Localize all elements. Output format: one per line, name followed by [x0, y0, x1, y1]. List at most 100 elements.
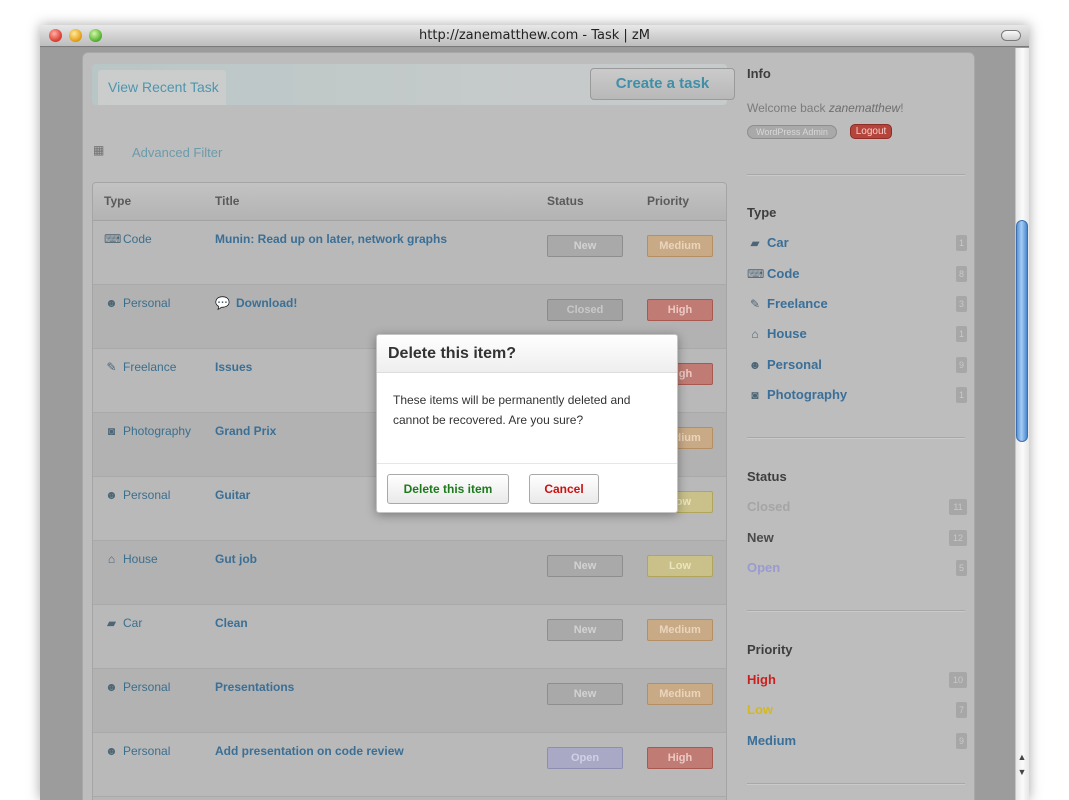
priority-badge[interactable]: Medium: [647, 683, 713, 705]
column-header-status[interactable]: Status: [547, 194, 584, 208]
tab-view-recent-task[interactable]: View Recent Task: [98, 70, 226, 105]
type-label: Freelance: [767, 296, 828, 311]
sidebar-priority-low[interactable]: Low 7: [747, 701, 967, 721]
sidebar-type-house[interactable]: ⌂ House 1: [747, 325, 967, 345]
divider: [747, 174, 965, 176]
count-badge: 1: [956, 387, 967, 403]
row-title-link[interactable]: 💬 Download!: [215, 296, 297, 310]
scroll-down-icon[interactable]: ▼: [1017, 767, 1027, 777]
count-badge: 10: [949, 672, 967, 688]
count-badge: 3: [956, 296, 967, 312]
column-header-title[interactable]: Title: [215, 194, 239, 208]
person-icon: ☻: [105, 680, 118, 694]
sidebar-priority-medium[interactable]: Medium 9: [747, 732, 967, 752]
sidebar-type-freelance[interactable]: ✎ Freelance 3: [747, 295, 967, 315]
row-type-link[interactable]: ⌂ House: [104, 552, 158, 566]
row-title-link[interactable]: Gut job: [215, 552, 257, 566]
welcome-suffix: !: [900, 101, 904, 115]
divider: [747, 610, 965, 612]
row-type-link[interactable]: ◙ Photography: [104, 424, 191, 438]
delete-item-button[interactable]: Delete this item: [387, 474, 509, 504]
advanced-filter-link[interactable]: Advanced Filter: [132, 145, 222, 160]
count-badge: 8: [956, 266, 967, 282]
status-label: Open: [747, 560, 781, 575]
sidebar-status-closed[interactable]: Closed 11: [747, 498, 967, 518]
sidebar-type-code[interactable]: ⌨ Code 8: [747, 265, 967, 285]
camera-icon: ◙: [107, 424, 116, 438]
row-type-link[interactable]: ☻ Personal: [104, 744, 170, 758]
priority-badge[interactable]: Medium: [647, 619, 713, 641]
sidebar-status-open[interactable]: Open 5: [747, 559, 967, 579]
person-icon: ☻: [748, 358, 762, 372]
status-badge[interactable]: New: [547, 619, 623, 641]
username: zanematthew: [828, 101, 901, 115]
scrollbar-thumb[interactable]: [1016, 220, 1028, 442]
car-icon: ▰: [106, 616, 117, 630]
row-type-link[interactable]: ☻ Personal: [104, 488, 170, 502]
person-icon: ☻: [105, 488, 118, 502]
scroll-up-icon[interactable]: ▲: [1017, 752, 1027, 762]
toolbar-toggle-button[interactable]: [1001, 30, 1021, 41]
sidebar-priority-high[interactable]: High 10: [747, 671, 967, 691]
priority-badge[interactable]: Medium: [647, 235, 713, 257]
row-title-link[interactable]: Presentations: [215, 680, 294, 694]
count-badge: 1: [956, 326, 967, 342]
row-title-link[interactable]: Munin: Read up on later, network graphs: [215, 232, 447, 246]
row-title-link[interactable]: Grand Prix: [215, 424, 276, 438]
row-title-link[interactable]: Add presentation on code review: [215, 744, 404, 758]
sidebar-type-personal[interactable]: ☻ Personal 9: [747, 356, 967, 376]
priority-badge[interactable]: High: [647, 299, 713, 321]
house-icon: ⌂: [751, 327, 759, 341]
welcome-prefix: Welcome back: [747, 101, 829, 115]
row-type-link[interactable]: ▰ Car: [104, 616, 142, 630]
person-icon: ☻: [105, 296, 118, 310]
column-header-type[interactable]: Type: [104, 194, 131, 208]
count-badge: 11: [949, 499, 967, 515]
row-title-link[interactable]: Guitar: [215, 488, 250, 502]
cancel-button[interactable]: Cancel: [529, 474, 599, 504]
create-task-button[interactable]: Create a task: [590, 68, 735, 100]
money-icon: ✎: [106, 360, 117, 374]
row-type-link[interactable]: ☻ Personal: [104, 296, 170, 310]
status-badge[interactable]: Open: [547, 747, 623, 769]
row-type-link[interactable]: ✎ Freelance: [104, 360, 176, 374]
wordpress-admin-button[interactable]: WordPress Admin: [747, 125, 837, 139]
column-header-priority[interactable]: Priority: [647, 194, 689, 208]
logout-button[interactable]: Logout: [850, 124, 892, 139]
info-heading: Info: [747, 66, 771, 81]
row-title-link[interactable]: Issues: [215, 360, 252, 374]
priority-label: Low: [747, 702, 773, 717]
status-badge[interactable]: New: [547, 683, 623, 705]
car-icon: ▰: [750, 236, 760, 250]
delete-confirm-dialog: Delete this item? These items will be pe…: [376, 334, 678, 513]
row-type-link[interactable]: ☻ Personal: [104, 680, 170, 694]
row-type-label: Personal: [123, 744, 171, 758]
row-type-link[interactable]: ⌨ Code: [104, 232, 152, 246]
row-title-link[interactable]: Clean: [215, 616, 248, 630]
dialog-message: These items will be permanently deleted …: [393, 393, 631, 427]
row-title-label: Presentations: [215, 680, 295, 694]
count-badge: 12: [949, 530, 967, 546]
type-label: Car: [767, 235, 789, 250]
sidebar-type-car[interactable]: ▰ Car 1: [747, 234, 967, 254]
status-badge[interactable]: New: [547, 235, 623, 257]
comment-icon: 💬: [215, 296, 230, 310]
table-row: ☻ Personal Add presentation on code revie…: [93, 733, 726, 797]
sidebar-status-new[interactable]: New 12: [747, 529, 967, 549]
table-row: ⌨ Code Munin: Read up on later, network g…: [93, 221, 726, 285]
priority-badge[interactable]: Low: [647, 555, 713, 577]
welcome-message: Welcome back zanematthew!: [747, 101, 904, 115]
table-row: ⌂ House Gut job New Low: [93, 541, 726, 605]
status-label: Closed: [747, 499, 791, 514]
sidebar-type-photography[interactable]: ◙ Photography 1: [747, 386, 967, 406]
row-title-label: Download!: [236, 296, 298, 310]
status-badge[interactable]: New: [547, 555, 623, 577]
priority-badge[interactable]: High: [647, 747, 713, 769]
row-title-label: Clean: [215, 616, 248, 630]
row-title-label: Gut job: [215, 552, 257, 566]
count-badge: 1: [956, 235, 967, 251]
type-label: House: [767, 326, 807, 341]
camera-icon: ◙: [751, 388, 759, 402]
status-label: New: [747, 530, 774, 545]
status-badge[interactable]: Closed: [547, 299, 623, 321]
